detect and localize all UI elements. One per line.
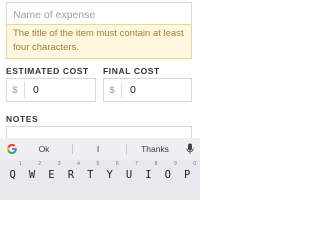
key-e[interactable]: E <box>42 164 60 186</box>
expense-name-input[interactable] <box>7 3 191 26</box>
key-o[interactable]: O <box>159 164 177 186</box>
suggestion-3[interactable]: Thanks <box>130 138 180 160</box>
final-cost-input[interactable] <box>124 79 191 101</box>
estimated-cost-input[interactable] <box>27 79 95 101</box>
suggestion-2[interactable]: I <box>76 138 120 160</box>
microphone-icon[interactable] <box>186 143 194 155</box>
currency-symbol: $ <box>109 84 115 96</box>
divider <box>72 144 73 154</box>
google-g-icon[interactable] <box>6 143 18 155</box>
notes-field[interactable] <box>6 126 192 138</box>
estimated-cost-field[interactable]: $ <box>6 78 96 102</box>
notes-label: NOTES <box>6 114 39 124</box>
suggestion-1[interactable]: Ok <box>24 138 64 160</box>
keyboard-row-1: Q W E R T Y U I O P <box>0 164 200 186</box>
key-r[interactable]: R <box>62 164 80 186</box>
estimated-cost-label: ESTIMATED COST <box>6 66 89 76</box>
final-cost-label: FINAL COST <box>103 66 160 76</box>
divider <box>121 82 122 98</box>
divider <box>24 82 25 98</box>
key-p[interactable]: P <box>178 164 196 186</box>
key-q[interactable]: Q <box>4 164 22 186</box>
key-w[interactable]: W <box>23 164 41 186</box>
on-screen-keyboard: Ok I Thanks 1 2 3 4 5 6 7 8 9 0 Q W E R … <box>0 138 200 200</box>
currency-symbol: $ <box>12 84 18 96</box>
final-cost-field[interactable]: $ <box>103 78 192 102</box>
key-u[interactable]: U <box>120 164 138 186</box>
validation-error-message: The title of the item must contain at le… <box>6 24 192 59</box>
key-i[interactable]: I <box>139 164 157 186</box>
expense-name-field[interactable] <box>6 2 192 26</box>
key-t[interactable]: T <box>81 164 99 186</box>
key-y[interactable]: Y <box>101 164 119 186</box>
divider <box>126 144 127 154</box>
suggestion-strip: Ok I Thanks <box>0 138 200 160</box>
